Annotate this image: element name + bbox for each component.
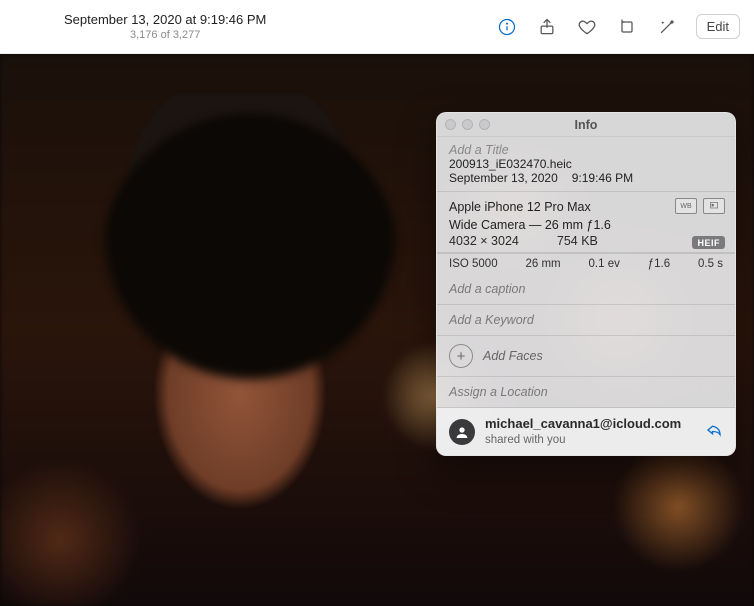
favorite-icon[interactable] [576,16,598,38]
exif-focal: 26 mm [525,258,560,270]
toolbar-title-group: September 13, 2020 at 9:19:46 PM 3,176 o… [14,12,266,41]
photo-subject [60,94,420,594]
add-face-button[interactable]: + [449,344,473,368]
window-traffic-lights[interactable] [445,119,490,130]
exposure-icon [703,198,725,214]
exif-aperture: ƒ1.6 [648,258,670,270]
minimize-icon[interactable] [462,119,473,130]
edit-button[interactable]: Edit [696,14,740,39]
share-text: michael_cavanna1@icloud.com shared with … [485,416,695,447]
filename-label: 200913_iE032470.heic [449,157,723,171]
reply-icon[interactable] [705,421,723,442]
date-time-row: September 13, 2020 9:19:46 PM [449,171,723,185]
toolbar-actions: Edit [496,14,740,39]
add-faces-label[interactable]: Add Faces [483,349,543,363]
camera-section: WB Apple iPhone 12 Pro Max Wide Camera —… [437,192,735,253]
photo-date-title: September 13, 2020 at 9:19:46 PM [64,12,266,27]
exif-ev: 0.1 ev [589,258,620,270]
format-badge: HEIF [692,236,725,249]
avatar [449,419,475,445]
shared-with-row: michael_cavanna1@icloud.com shared with … [437,408,735,455]
title-section: Add a Title 200913_iE032470.heic Septemb… [437,137,735,192]
zoom-icon[interactable] [479,119,490,130]
faces-row: + Add Faces [437,336,735,377]
location-field[interactable]: Assign a Location [437,377,735,408]
date-label: September 13, 2020 [449,171,558,185]
lens-label: Wide Camera — 26 mm ƒ1.6 [449,216,723,234]
rotate-icon[interactable] [616,16,638,38]
filesize-label: 754 KB [557,234,598,248]
photo-viewport: Info Add a Title 200913_iE032470.heic Se… [0,54,754,606]
share-email: michael_cavanna1@icloud.com [485,416,695,432]
title-field[interactable]: Add a Title [449,143,723,157]
info-popover: Info Add a Title 200913_iE032470.heic Se… [436,112,736,456]
caption-field[interactable]: Add a caption [437,274,735,305]
share-subtitle: shared with you [485,433,695,447]
exif-shutter: 0.5 s [698,258,723,270]
photo-subject-hair [100,114,400,414]
dimensions-label: 4032 × 3024 [449,234,519,248]
camera-badges: WB [675,198,725,214]
time-label: 9:19:46 PM [572,171,633,185]
info-icon[interactable] [496,16,518,38]
exif-iso: ISO 5000 [449,258,498,270]
share-icon[interactable] [536,16,558,38]
exif-row: ISO 5000 26 mm 0.1 ev ƒ1.6 0.5 s [437,253,735,274]
white-balance-icon: WB [675,198,697,214]
info-window-title: Info [575,118,598,132]
auto-enhance-icon[interactable] [656,16,678,38]
close-icon[interactable] [445,119,456,130]
photo-counter: 3,176 of 3,277 [130,29,200,41]
keyword-field[interactable]: Add a Keyword [437,305,735,336]
dimensions-row: 4032 × 3024 754 KB [449,234,723,248]
info-titlebar: Info [437,113,735,137]
toolbar: September 13, 2020 at 9:19:46 PM 3,176 o… [0,0,754,54]
